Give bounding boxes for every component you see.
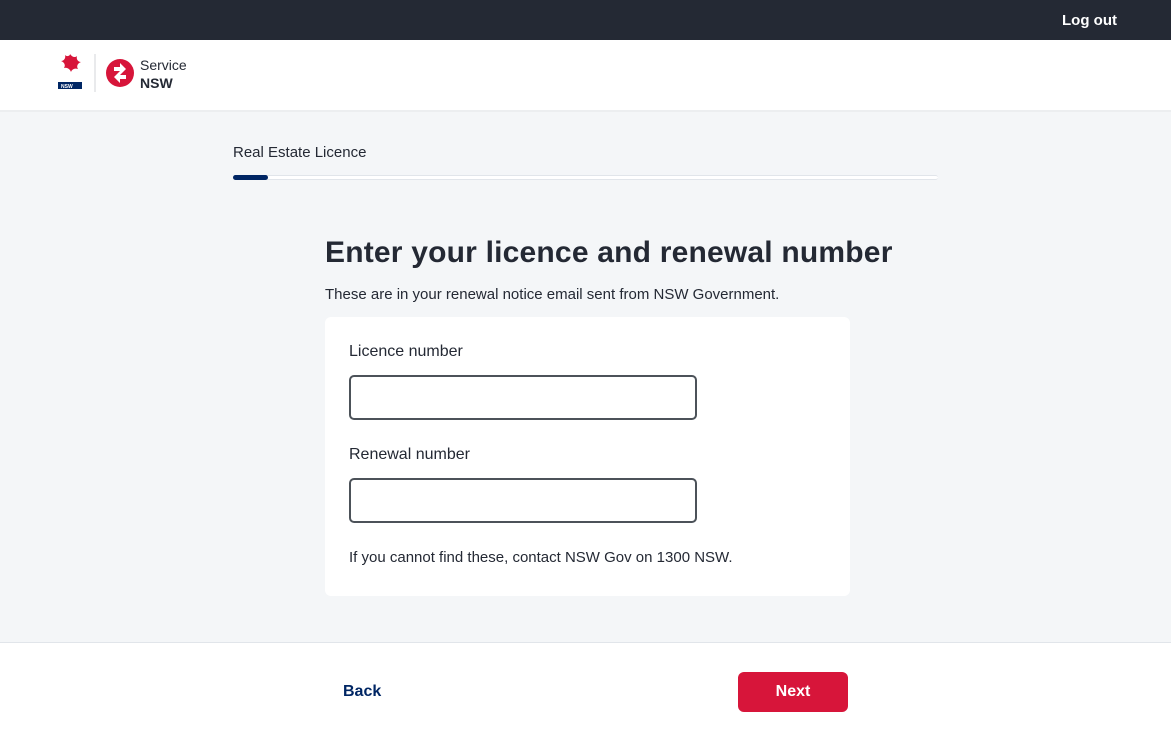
helper-text: If you cannot find these, contact NSW Go… — [349, 549, 826, 566]
svg-text:NSW: NSW — [61, 84, 73, 90]
renewal-number-input[interactable] — [349, 478, 697, 523]
logout-link[interactable]: Log out — [1062, 12, 1117, 29]
service-nsw-logo: NSW Service NSW — [50, 50, 230, 101]
page-subtitle: These are in your renewal notice email s… — [325, 286, 938, 303]
next-button[interactable]: Next — [738, 672, 848, 712]
back-button[interactable]: Back — [343, 683, 381, 701]
licence-number-label: Licence number — [349, 343, 826, 361]
renewal-number-label: Renewal number — [349, 446, 826, 464]
page-title: Enter your licence and renewal number — [325, 236, 938, 270]
form-card: Licence number Renewal number If you can… — [325, 317, 850, 596]
breadcrumb: Real Estate Licence — [233, 144, 938, 161]
progress-bar — [233, 175, 938, 180]
waratah-icon — [61, 54, 81, 72]
svg-text:NSW: NSW — [140, 75, 173, 91]
svg-text:Service: Service — [140, 57, 187, 73]
licence-number-input[interactable] — [349, 375, 697, 420]
